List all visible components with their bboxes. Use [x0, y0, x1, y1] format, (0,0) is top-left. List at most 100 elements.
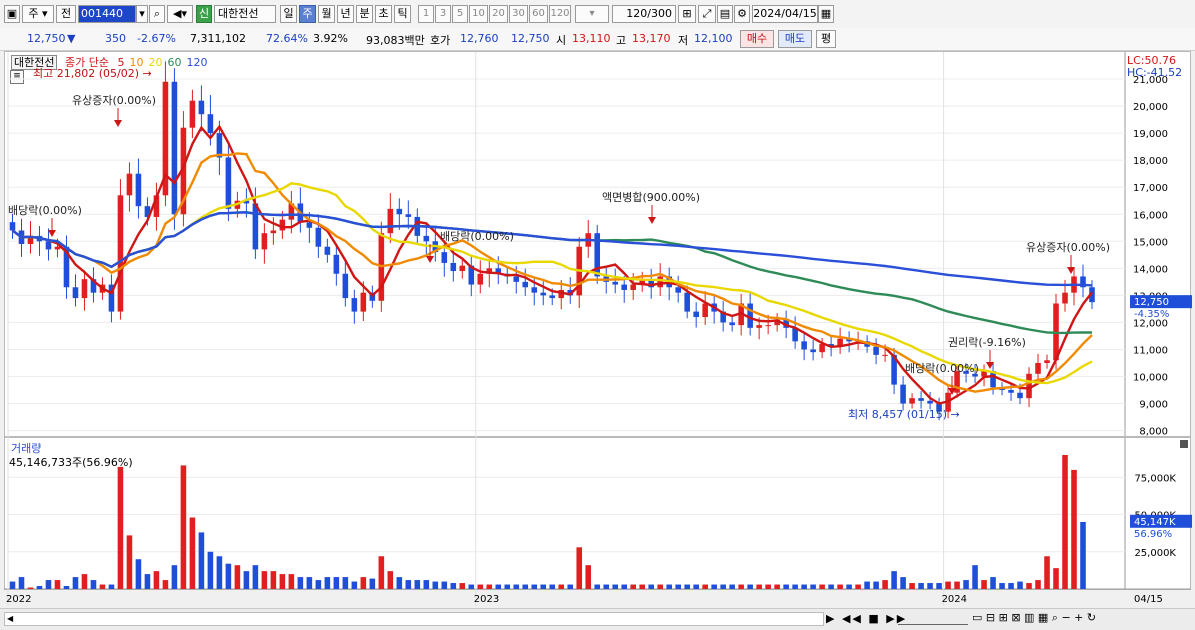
volume-bar [549, 584, 556, 589]
volume-bar [477, 584, 484, 589]
volume-bar [288, 574, 295, 589]
volume-bar [846, 584, 852, 589]
candle-body [810, 349, 816, 353]
volume-bar [27, 587, 34, 589]
volume-bar [9, 581, 16, 589]
current-pct-tag: -4.35% [1134, 309, 1169, 320]
volume-bar [693, 584, 699, 589]
candle-body [540, 292, 547, 296]
candle-body [261, 233, 268, 250]
volume-bar [675, 584, 681, 589]
event-arrow-icon [48, 230, 56, 237]
candle-body [117, 195, 124, 312]
volume-bar [891, 571, 897, 589]
volume-bar [801, 584, 807, 589]
candle-body [387, 208, 394, 234]
volume-bar [873, 581, 879, 589]
volume-bar [522, 584, 529, 589]
event-annotation: 유상증자(0.00%) [1026, 241, 1110, 254]
volume-bar [468, 584, 475, 589]
price-tick-label: 15,000 [1133, 237, 1168, 248]
scroll-left-icon[interactable]: ◀ [7, 615, 15, 623]
candle-body [423, 235, 430, 242]
volume-bar [252, 565, 259, 589]
volume-bar [648, 584, 654, 589]
volume-bar [135, 559, 142, 589]
candle-body [81, 279, 88, 299]
volume-bar [918, 583, 924, 589]
candle-body [657, 276, 663, 288]
candle-body [9, 222, 16, 231]
candle-body [630, 284, 637, 290]
volume-bar [36, 586, 43, 589]
volume-bar [513, 584, 520, 589]
volume-bar [972, 565, 978, 589]
volume-bar [531, 584, 538, 589]
zoom-ruler[interactable] [898, 612, 968, 625]
volume-bar [747, 584, 753, 589]
volume-bar [432, 581, 439, 589]
volume-bar [1026, 583, 1032, 589]
volume-bar [99, 584, 106, 589]
volume-bar [171, 565, 178, 589]
candle-body [315, 227, 322, 247]
volume-bar [828, 584, 834, 589]
volume-bar [684, 584, 690, 589]
candle-body [45, 241, 52, 250]
event-annotation: 배당락(0.00%) [8, 204, 82, 217]
volume-bar [855, 584, 861, 589]
volume-bar [540, 584, 547, 589]
volume-bar [279, 574, 286, 589]
candle-body [1062, 292, 1068, 304]
event-annotation: 권리락(-9.16%) [948, 336, 1026, 349]
volume-tick-label: 75,000K [1134, 473, 1176, 484]
current-volume-pct: 56.96% [1134, 529, 1172, 540]
volume-bar [666, 584, 672, 589]
nav-controls[interactable]: ▶ ◀◀ ■ ▶▶ [826, 612, 907, 625]
candle-body [306, 222, 313, 228]
price-tick-label: 18,000 [1133, 156, 1168, 167]
candle-body [396, 208, 403, 215]
volume-bar [63, 586, 70, 589]
volume-bar [144, 574, 151, 589]
candle-body [405, 214, 412, 217]
volume-bar [999, 583, 1005, 589]
volume-bar [225, 563, 232, 589]
volume-bar [765, 584, 771, 589]
volume-bar [90, 580, 97, 589]
candle-body [729, 322, 735, 326]
volume-bar [954, 581, 960, 589]
volume-bar [738, 584, 744, 589]
event-arrow-icon [648, 217, 656, 224]
candle-body [549, 295, 556, 299]
scroll-track[interactable]: ◀ [4, 612, 824, 626]
volume-bar [207, 551, 214, 589]
tool-icons[interactable]: ▭ ⊟ ⊞ ⊠ ▥ ▦ ⌕ − + ↻ [972, 611, 1096, 625]
x-tick-label: 2022 [6, 594, 31, 605]
volume-bar [981, 580, 987, 589]
volume-bar [990, 577, 996, 589]
candle-body [909, 398, 915, 404]
event-annotation: 배당락(0.00%) [905, 362, 979, 375]
volume-bar [927, 583, 933, 589]
volume-bar [1053, 568, 1059, 589]
event-annotation: 배당락(0.00%) [440, 230, 514, 243]
max-label: 최고 21,802 (05/02) → [33, 67, 152, 80]
volume-bar [198, 532, 205, 589]
volume-bar [720, 584, 726, 589]
candle-body [675, 287, 681, 293]
volume-bar [234, 565, 241, 589]
volume-bar [243, 571, 250, 589]
volume-bar [108, 584, 115, 589]
candle-body [459, 265, 466, 272]
volume-tick-label: 25,000K [1134, 548, 1176, 559]
volume-bar [1062, 455, 1068, 589]
volume-bar [261, 571, 268, 589]
candle-body [882, 354, 888, 356]
volume-bar [819, 584, 825, 589]
volume-bar [612, 584, 619, 589]
volume-bar [504, 584, 511, 589]
volume-bar [378, 556, 385, 589]
volume-bar [45, 580, 52, 589]
candle-body [927, 400, 933, 404]
